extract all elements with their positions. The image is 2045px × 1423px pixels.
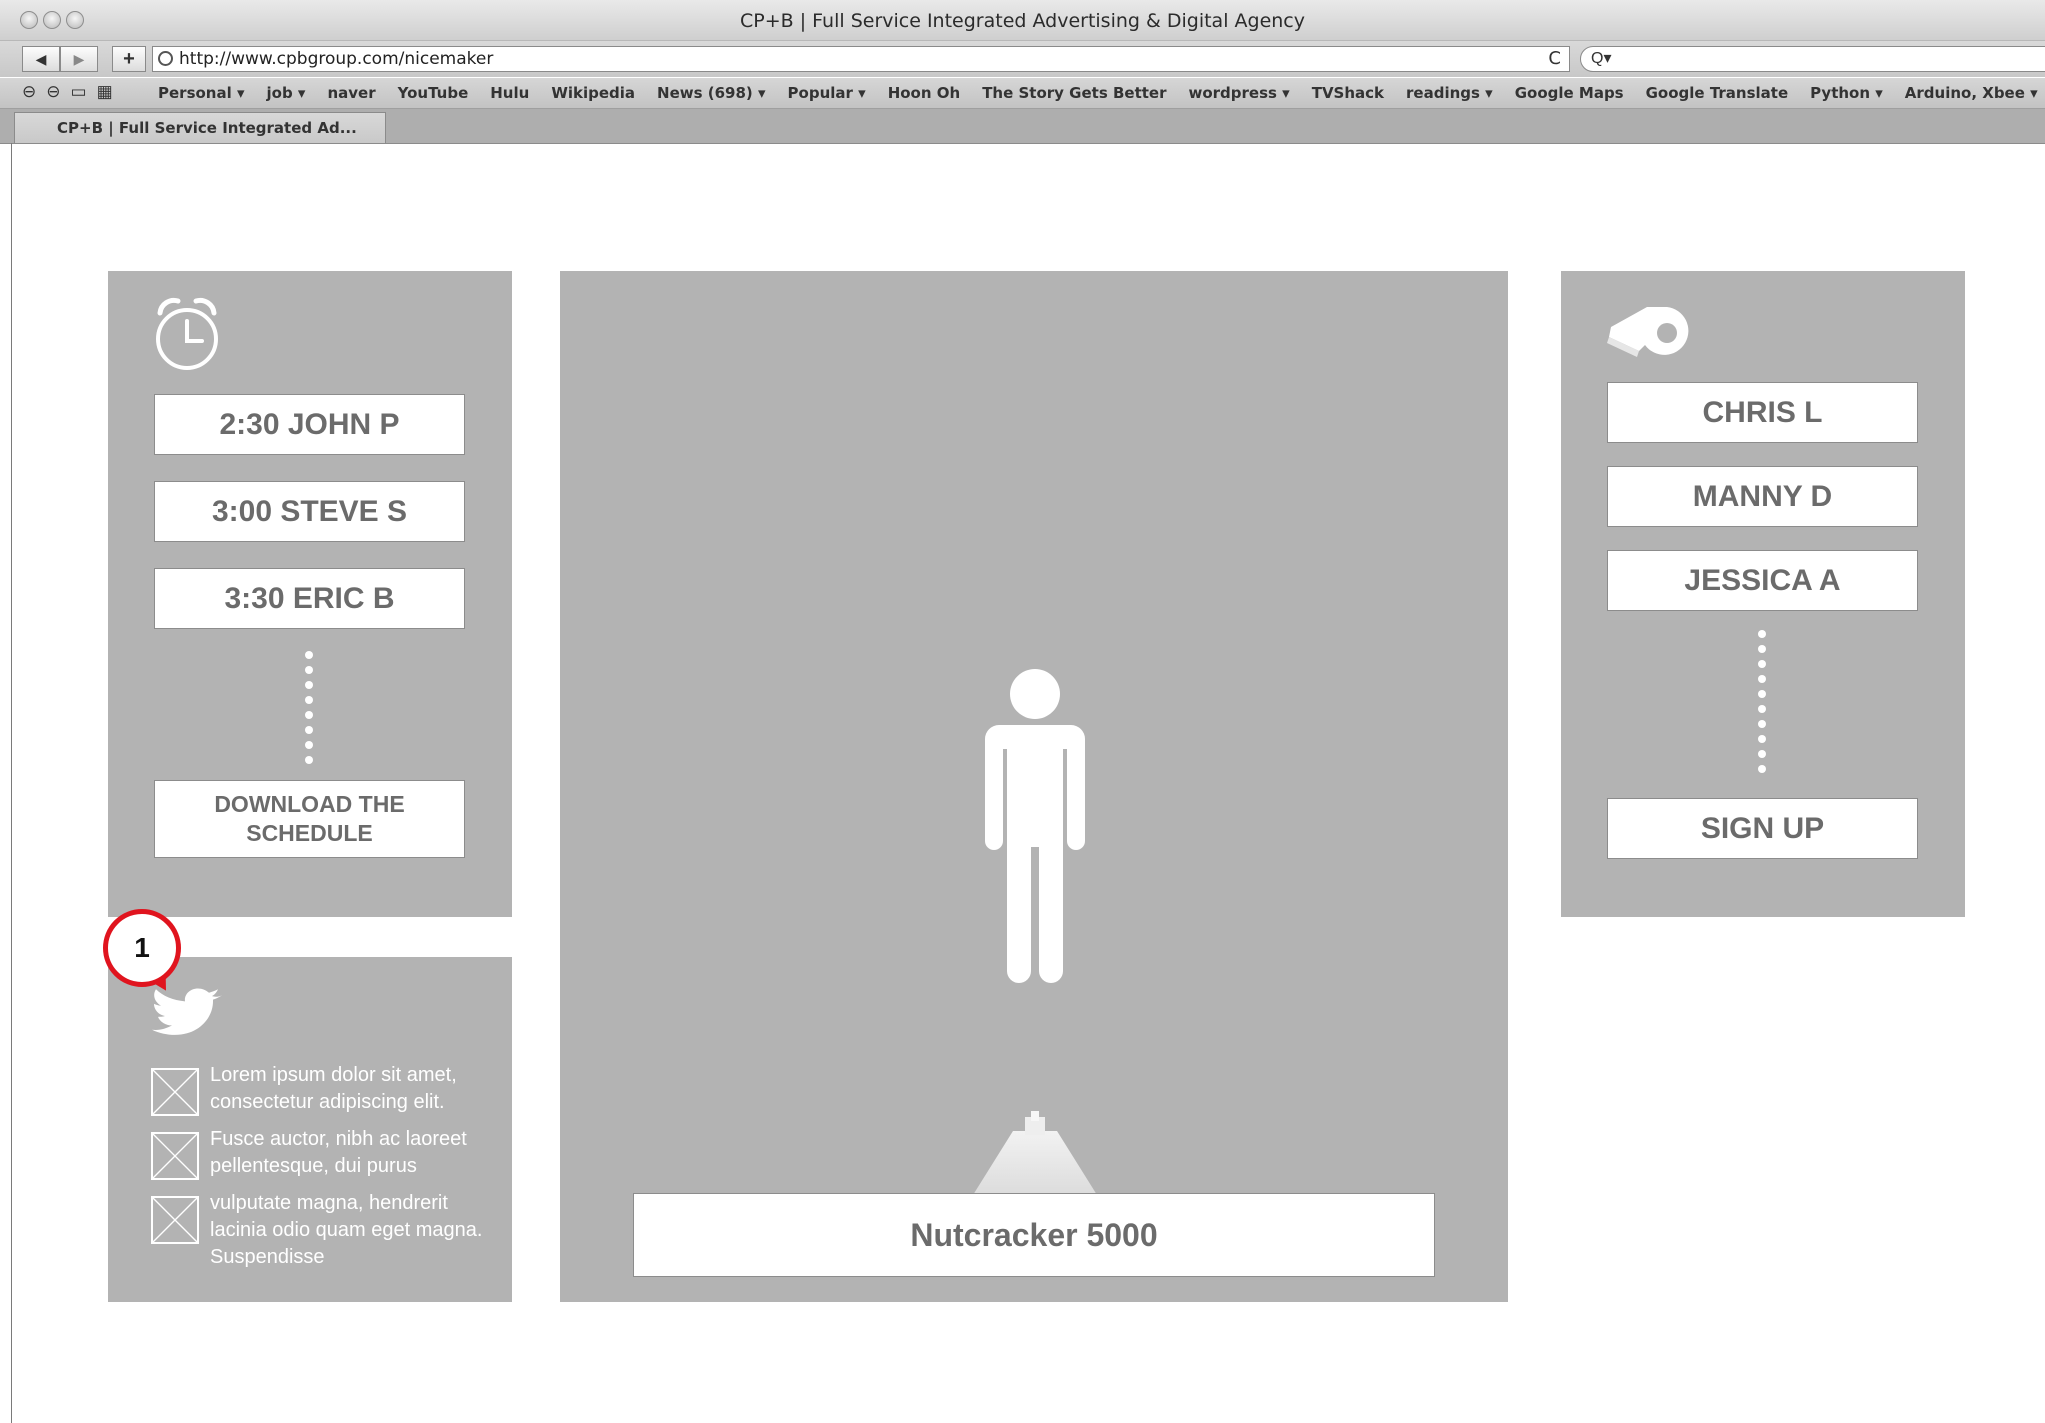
bookmarks-book-icon[interactable]: ▭ (71, 82, 97, 101)
address-toolbar: ◀ ▶ + http://www.cpbgroup.com/nicemaker … (0, 41, 2045, 77)
bookmark-item[interactable]: Hoon Oh (888, 84, 961, 102)
bookmark-item[interactable]: Google Maps (1515, 84, 1624, 102)
coach-item[interactable]: MANNY D (1607, 466, 1918, 527)
tweet-text: vulputate magna, hendrerit lacinia odio … (210, 1192, 483, 1268)
bookmark-list: Personal ▾ job ▾ naver YouTube Hulu Wiki… (158, 84, 2038, 102)
bookmark-item[interactable]: Wikipedia (551, 84, 635, 102)
alarm-clock-icon (156, 297, 218, 370)
bookmark-item[interactable]: Personal ▾ (158, 84, 245, 102)
bookmark-item[interactable]: Arduino, Xbee ▾ (1905, 84, 2038, 102)
bookmark-item[interactable]: Python ▾ (1810, 84, 1883, 102)
tweet-text: Fusce auctor, nibh ac laoreet pellentesq… (210, 1128, 467, 1177)
reload-icon[interactable]: C (1548, 47, 1561, 71)
url-field[interactable]: http://www.cpbgroup.com/nicemaker C (152, 46, 1570, 72)
tweet-image-placeholder-icon (151, 1132, 199, 1180)
download-schedule-button[interactable]: DOWNLOAD THE SCHEDULE (154, 780, 465, 858)
spotlight-icon (973, 1111, 1097, 1195)
schedule-item[interactable]: 3:00 STEVE S (154, 481, 465, 542)
tab-bar: CP+B | Full Service Integrated Ad... (0, 109, 2045, 144)
annotation-badge: 1 (103, 909, 181, 987)
globe-icon (158, 51, 173, 66)
tweet-image-placeholder-icon (151, 1196, 199, 1244)
bookmark-item[interactable]: naver (327, 84, 375, 102)
bookmark-item[interactable]: YouTube (398, 84, 469, 102)
more-items-dots (1757, 630, 1767, 780)
twitter-panel: Lorem ipsum dolor sit amet, consectetur … (108, 957, 512, 1302)
top-sites-grid-icon[interactable]: ▦ (97, 82, 123, 101)
bookmark-item[interactable]: readings ▾ (1406, 84, 1493, 102)
stage-caption-box: Nutcracker 5000 (633, 1193, 1435, 1277)
tab-active[interactable]: CP+B | Full Service Integrated Ad... (14, 112, 386, 143)
bookmark-item[interactable]: TVShack (1312, 84, 1384, 102)
coach-item[interactable]: CHRIS L (1607, 382, 1918, 443)
coach-item[interactable]: JESSICA A (1607, 550, 1918, 611)
bookmark-item[interactable]: job ▾ (267, 84, 306, 102)
tweet-image-placeholder-icon (151, 1068, 199, 1116)
window-title: CP+B | Full Service Integrated Advertisi… (740, 10, 1305, 32)
bookmark-item[interactable]: Hulu (490, 84, 529, 102)
twitter-bird-icon (152, 988, 222, 1035)
bookmark-item[interactable]: News (698) ▾ (657, 84, 766, 102)
window-edge (11, 143, 12, 1423)
reading-list-icon[interactable]: ⊖⊖ (22, 82, 71, 101)
bookmarks-bar: ⊖⊖▭▦ Personal ▾ job ▾ naver YouTube Hulu… (0, 78, 2045, 109)
bookmark-item[interactable]: wordpress ▾ (1189, 84, 1290, 102)
back-button[interactable]: ◀ (22, 46, 60, 72)
schedule-item[interactable]: 3:30 ERIC B (154, 568, 465, 629)
url-text: http://www.cpbgroup.com/nicemaker (179, 49, 494, 69)
whistle-icon (1607, 307, 1689, 357)
schedule-item[interactable]: 2:30 JOHN P (154, 394, 465, 455)
tweet-text: Lorem ipsum dolor sit amet, consectetur … (210, 1064, 457, 1113)
window-titlebar: CP+B | Full Service Integrated Advertisi… (0, 0, 2045, 41)
add-bookmark-button[interactable]: + (112, 46, 146, 72)
stage-panel: Nutcracker 5000 (560, 271, 1508, 1302)
bookmark-item[interactable]: Popular ▾ (788, 84, 866, 102)
sign-up-button[interactable]: SIGN UP (1607, 798, 1918, 859)
schedule-panel: 2:30 JOHN P 3:00 STEVE S 3:30 ERIC B DOW… (108, 271, 512, 917)
more-items-dots (304, 651, 314, 771)
forward-button[interactable]: ▶ (60, 46, 98, 72)
search-input[interactable]: Q▾ (1580, 46, 2045, 72)
person-figure-icon (985, 669, 1085, 983)
bookmark-item[interactable]: The Story Gets Better (982, 84, 1166, 102)
coaches-panel: CHRIS L MANNY D JESSICA A SIGN UP (1561, 271, 1965, 917)
bookmark-item[interactable]: Google Translate (1646, 84, 1789, 102)
